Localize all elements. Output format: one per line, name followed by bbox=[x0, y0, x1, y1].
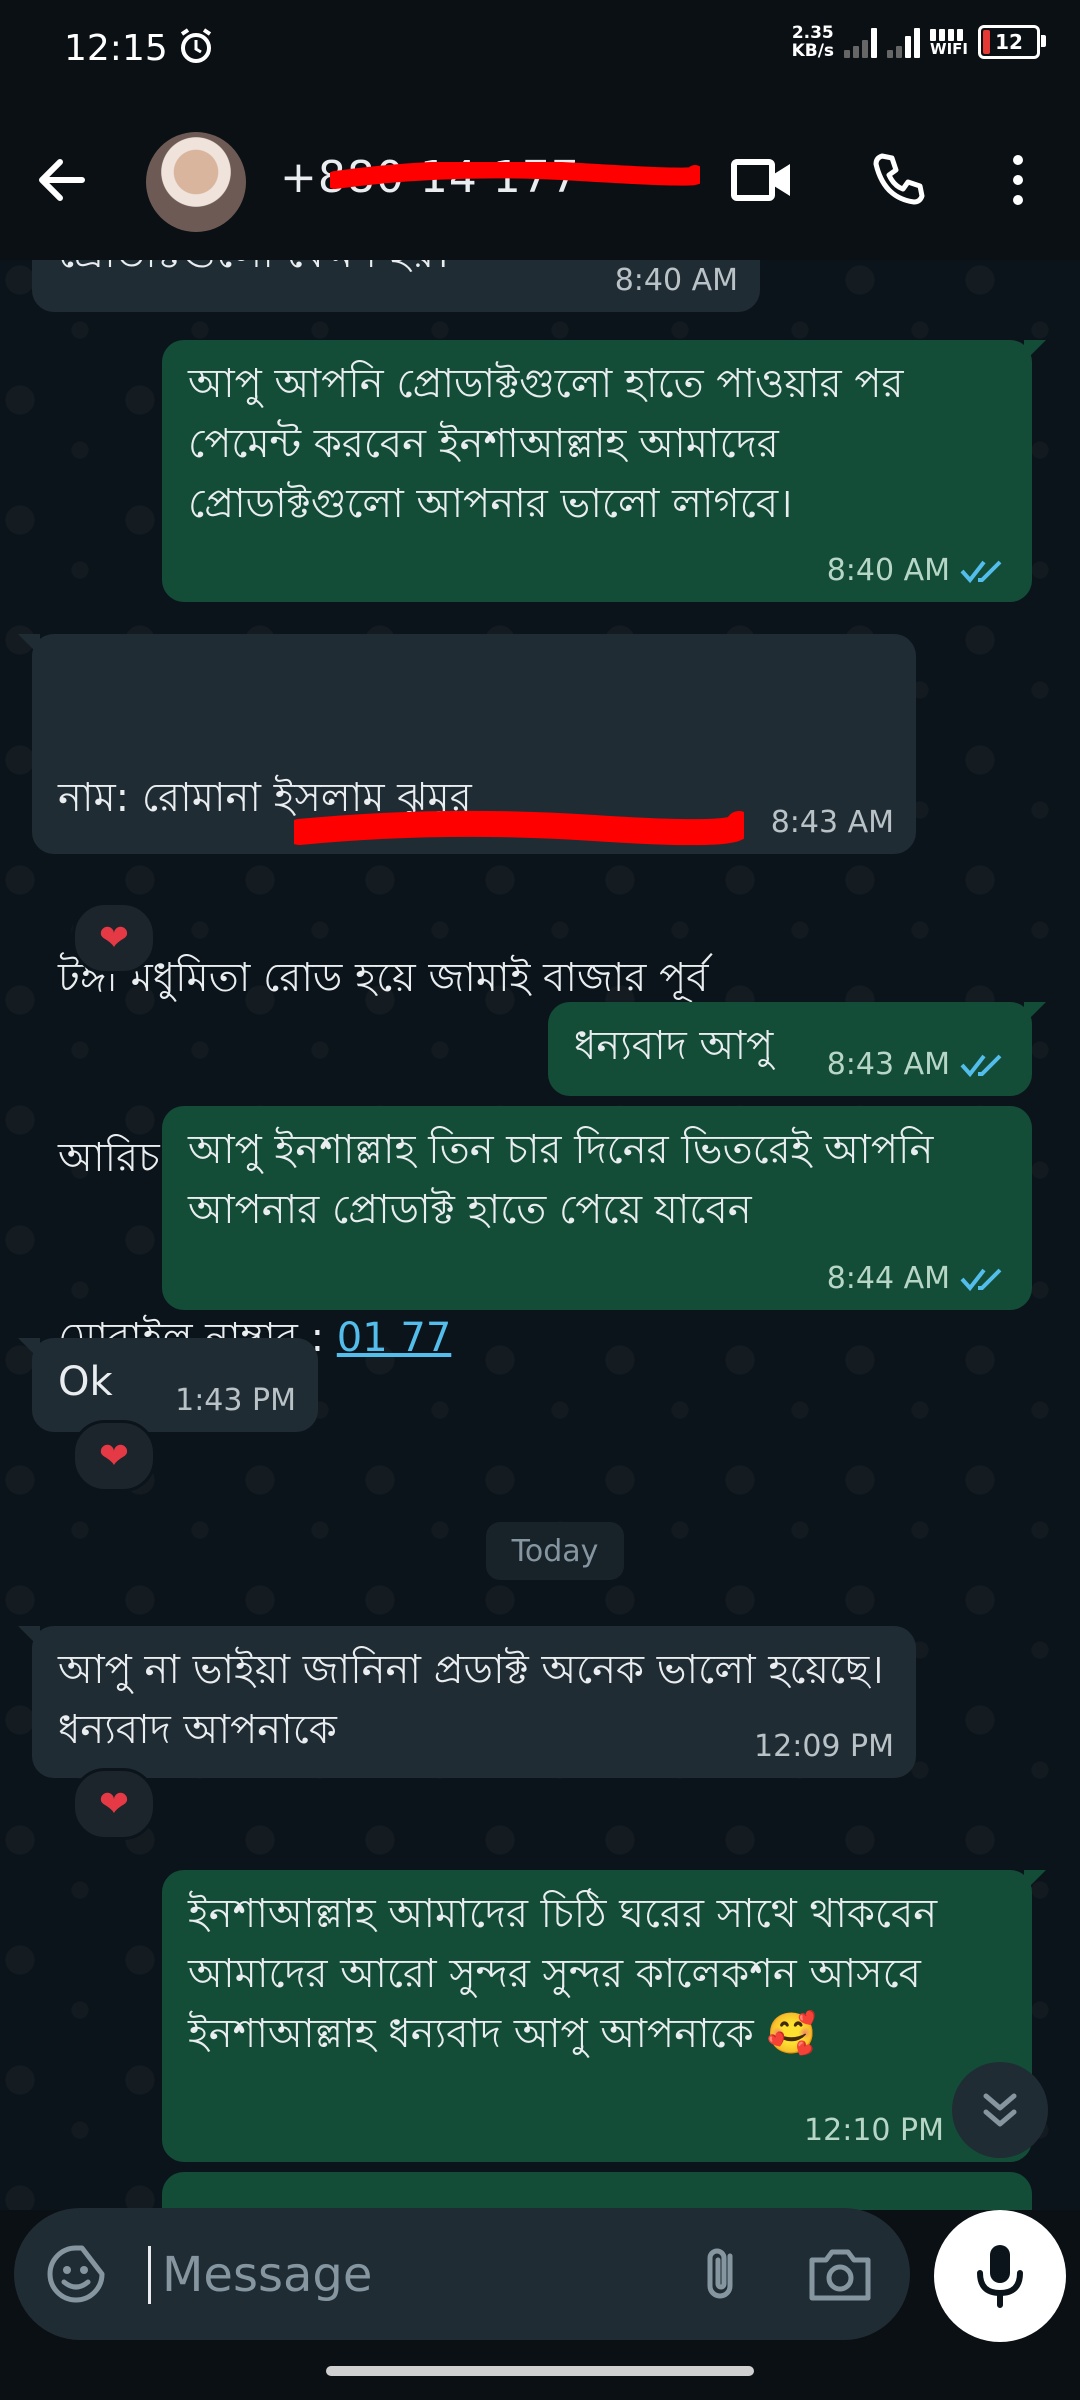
mic-button[interactable] bbox=[934, 2210, 1066, 2342]
signal-2-icon bbox=[887, 26, 921, 58]
message-input[interactable] bbox=[160, 2238, 664, 2312]
chat-area[interactable]: প্রোডাক্টগুলো কেমন হয়। 8:40 AM আপু আপনি… bbox=[0, 260, 1080, 2210]
alarm-icon bbox=[176, 26, 216, 70]
message-incoming[interactable]: আপু না ভাইয়া জানিনা প্রডাক্ট অনেক ভালো … bbox=[18, 1626, 916, 1778]
heart-reaction[interactable]: ❤ bbox=[72, 902, 156, 974]
message-outgoing[interactable]: আপু ইনশাল্লাহ তিন চার দিনের ভিতরেই আপনি … bbox=[162, 1106, 1032, 1310]
message-outgoing[interactable]: আপু আপনি প্রোডাক্টগুলো হাতে পাওয়ার পর প… bbox=[162, 340, 1046, 602]
status-time: 12:15 bbox=[64, 28, 168, 69]
read-ticks-icon bbox=[960, 560, 1002, 583]
phone-number-link[interactable]: 01 77 bbox=[337, 1315, 452, 1361]
sticker-icon[interactable] bbox=[44, 2242, 108, 2306]
redaction-mark bbox=[330, 162, 700, 189]
message-incoming[interactable]: নাম: রোমানা ইসলাম ঝুমুর টঙ্গী মধুমিতা রো… bbox=[18, 634, 916, 1361]
message-outgoing[interactable]: ইনশাআল্লাহ আমাদের চিঠি ঘরের সাথে থাকবেন … bbox=[162, 1870, 1046, 2162]
chevron-double-down-icon bbox=[983, 2093, 1017, 2127]
text-cursor bbox=[148, 2246, 151, 2304]
status-bar: 12:15 2.35 KB/s WIFI 12 bbox=[0, 0, 1080, 100]
date-chip: Today bbox=[486, 1522, 624, 1580]
attach-icon[interactable] bbox=[690, 2242, 754, 2306]
message-outgoing[interactable]: ধন্যবাদ আপু 8:43 AM bbox=[548, 1002, 1046, 1096]
message-outgoing[interactable] bbox=[162, 2172, 1032, 2210]
more-vert-icon[interactable] bbox=[982, 144, 1054, 216]
signal-1-icon bbox=[844, 26, 878, 58]
message-incoming[interactable]: Ok 1:43 PM bbox=[18, 1338, 318, 1432]
back-arrow-icon[interactable] bbox=[30, 148, 94, 212]
heart-reaction[interactable]: ❤ bbox=[72, 1420, 156, 1492]
read-ticks-icon bbox=[960, 1268, 1002, 1291]
smiling-face-hearts-emoji: 🥰 bbox=[766, 2011, 817, 2057]
avatar[interactable] bbox=[146, 132, 246, 232]
wifi-icon: WIFI bbox=[930, 27, 968, 57]
redaction-mark bbox=[294, 810, 744, 846]
heart-reaction[interactable]: ❤ bbox=[72, 1768, 156, 1840]
home-indicator[interactable] bbox=[326, 2366, 754, 2376]
mic-icon bbox=[977, 2245, 1023, 2308]
message-incoming[interactable]: প্রোডাক্টগুলো কেমন হয়। 8:40 AM bbox=[32, 260, 760, 312]
video-call-icon[interactable] bbox=[726, 144, 798, 216]
battery-level: 12 bbox=[995, 30, 1023, 54]
read-ticks-icon bbox=[960, 1054, 1002, 1077]
status-right: 2.35 KB/s WIFI 12 bbox=[791, 23, 1046, 61]
net-speed: 2.35 KB/s bbox=[791, 23, 835, 61]
phone-call-icon[interactable] bbox=[862, 144, 934, 216]
scroll-to-bottom-button[interactable] bbox=[952, 2062, 1048, 2158]
message-composer bbox=[14, 2208, 910, 2340]
chat-header: +880 14 177 bbox=[0, 100, 1080, 261]
camera-icon[interactable] bbox=[804, 2242, 876, 2306]
battery-icon: 12 bbox=[978, 25, 1046, 59]
